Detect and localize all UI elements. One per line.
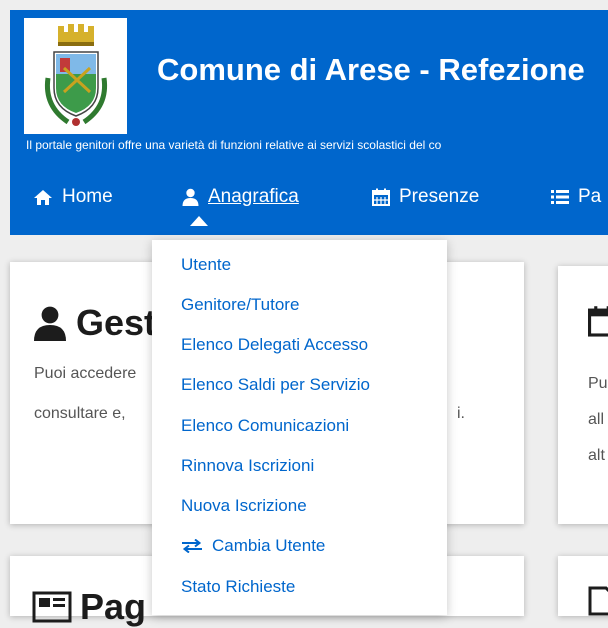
menu-item-genitore-tutore[interactable]: Genitore/Tutore <box>181 292 299 318</box>
card-title-text: Pag <box>80 586 147 627</box>
nav-item-home[interactable]: Home <box>33 178 113 216</box>
dropdown-caret <box>190 216 208 226</box>
nav-item-label: Pa <box>578 186 602 207</box>
site-header: Comune di Arese - Refezione Il portale g… <box>10 10 608 235</box>
site-title: Comune di Arese - Refezione <box>157 52 585 87</box>
card-title-text: Gest <box>76 302 157 343</box>
card-presenze: Pu all alt <box>558 266 608 524</box>
card-text-line: all <box>588 411 605 428</box>
newspaper-icon <box>32 591 72 623</box>
coat-of-arms-icon <box>44 24 108 126</box>
nav-item-label: Home <box>62 186 113 207</box>
menu-item-stato-richieste[interactable]: Stato Richieste <box>181 574 295 600</box>
menu-item-utente[interactable]: Utente <box>181 252 231 278</box>
menu-item-label: Cambia Utente <box>212 536 326 555</box>
menu-item-label: Nuova Iscrizione <box>181 496 307 515</box>
menu-item-cambia-utente[interactable]: Cambia Utente <box>181 533 325 559</box>
menu-item-elenco-comunicazioni[interactable]: Elenco Comunicazioni <box>181 413 349 439</box>
card-text-tail: i. <box>457 405 465 422</box>
menu-item-label: Elenco Delegati Accesso <box>181 335 369 354</box>
list-icon <box>551 189 569 205</box>
menu-item-nuova-iscrizione[interactable]: Nuova Iscrizione <box>181 493 307 519</box>
calendar-icon <box>372 188 390 206</box>
menu-item-label: Elenco Comunicazioni <box>181 416 350 435</box>
card-description: Pu all alt <box>588 366 608 474</box>
home-icon <box>33 189 53 206</box>
menu-item-label: Elenco Saldi per Servizio <box>181 375 370 394</box>
card-title: Gest <box>32 302 156 344</box>
nav-item-label: Presenze <box>399 186 480 207</box>
main-nav: Home Anagrafica Presenze Pa <box>10 178 608 216</box>
calendar-icon <box>588 304 608 343</box>
nav-item-presenze[interactable]: Presenze <box>372 178 479 216</box>
anagrafica-dropdown-menu: Utente Genitore/Tutore Elenco Delegati A… <box>152 240 447 615</box>
menu-item-label: Rinnova Iscrizioni <box>181 456 315 475</box>
user-icon <box>182 188 199 206</box>
nav-item-anagrafica[interactable]: Anagrafica <box>182 178 299 216</box>
nav-item-pa[interactable]: Pa <box>551 178 601 216</box>
card-description: Puoi accedere consultare e, <box>34 354 136 434</box>
card-documenti <box>558 556 608 616</box>
swap-icon <box>181 539 203 553</box>
menu-item-rinnova-iscrizioni[interactable]: Rinnova Iscrizioni <box>181 453 314 479</box>
logo[interactable] <box>24 18 127 134</box>
menu-item-elenco-delegati-accesso[interactable]: Elenco Delegati Accesso <box>181 332 368 358</box>
site-tagline: Il portale genitori offre una varietà di… <box>26 138 442 152</box>
user-icon <box>32 305 68 341</box>
menu-item-elenco-saldi-per-servizio[interactable]: Elenco Saldi per Servizio <box>181 372 370 398</box>
nav-item-label: Anagrafica <box>208 186 299 207</box>
document-icon <box>588 586 608 621</box>
card-text-line: alt <box>588 447 605 464</box>
card-text-line: consultare e, <box>34 405 126 422</box>
card-title: Pag <box>32 586 146 628</box>
menu-item-label: Utente <box>181 255 232 274</box>
card-text-line: Puoi accedere <box>34 365 137 382</box>
card-text-line: Pu <box>588 375 608 392</box>
menu-item-label: Genitore/Tutore <box>181 295 300 314</box>
menu-item-label: Stato Richieste <box>181 577 296 596</box>
